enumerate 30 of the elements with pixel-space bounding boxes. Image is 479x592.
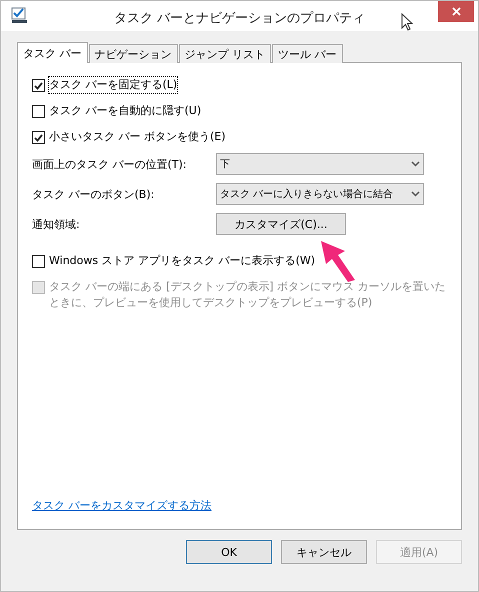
help-link[interactable]: タスク バーをカスタマイズする方法 — [32, 498, 447, 513]
dropdown[interactable]: タスク バーに入りきらない場合に結合 — [216, 183, 424, 205]
checkbox-label: 小さいタスク バー ボタンを使う(E) — [49, 129, 226, 145]
field-label: 画面上のタスク バーの位置(T): — [32, 156, 188, 172]
checkbox-label: Windows ストア アプリをタスク バーに表示する(W) — [49, 253, 316, 269]
chevron-down-icon — [411, 161, 420, 167]
customize-button[interactable]: カスタマイズ(C)... — [216, 213, 346, 235]
check-icon — [34, 134, 43, 142]
checkbox[interactable] — [32, 79, 45, 92]
tab[interactable]: ツール バー — [272, 44, 342, 63]
check-icon — [34, 82, 43, 90]
checkbox[interactable] — [32, 105, 45, 118]
dialog-button[interactable]: OK — [186, 540, 272, 564]
app-icon — [11, 7, 28, 24]
field-label: タスク バーのボタン(B): — [32, 186, 156, 202]
checkbox-label: タスク バーを固定する(L) — [49, 77, 178, 93]
dialog-button[interactable]: キャンセル — [281, 540, 367, 564]
checkbox-label: タスク バーの端にある [デスクトップの表示] ボタンにマウス カーソルを置いたときに、プレビューを使用してデスクトップをプレビューする(P) — [49, 279, 447, 311]
checkbox[interactable] — [32, 255, 45, 268]
dropdown[interactable]: 下 — [216, 153, 424, 175]
close-button[interactable] — [438, 1, 474, 22]
window-title: タスク バーとナビゲーションのプロパティ — [114, 10, 366, 27]
field-label: 通知領域: — [32, 216, 81, 232]
tab[interactable]: ナビゲーション — [88, 44, 178, 63]
tab[interactable]: ジャンプ リスト — [178, 44, 271, 63]
close-icon — [452, 7, 460, 16]
tab[interactable]: タスク バー — [17, 42, 88, 63]
checkbox-label: タスク バーを自動的に隠す(U) — [49, 103, 202, 119]
checkbox[interactable] — [32, 131, 45, 144]
chevron-down-icon — [411, 191, 420, 197]
